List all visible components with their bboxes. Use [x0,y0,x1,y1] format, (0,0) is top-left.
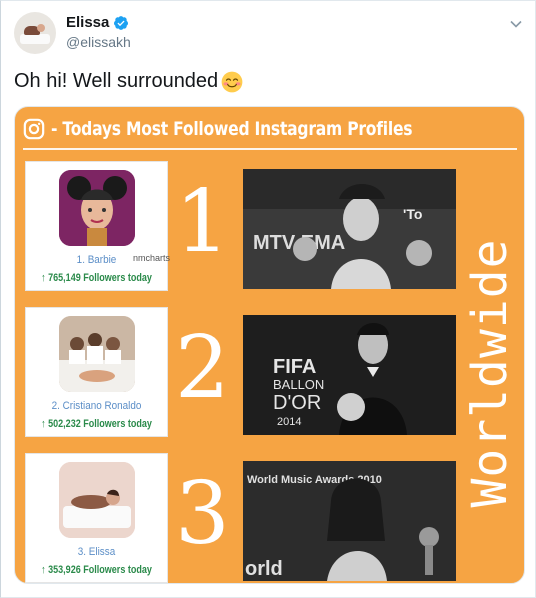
worldwide-label: Worldwide [462,238,518,508]
up-arrow-icon: ↑ [41,418,49,430]
banner-divider [23,148,517,150]
tweet-text-content: Oh hi! Well surrounded [14,70,219,92]
photo-3-orld: orld [245,558,283,580]
up-arrow-icon: ↑ [41,564,49,576]
rank-number-2: 2 [175,318,230,418]
photo-2-dor: D'OR [273,392,321,414]
followers-today-3: ↑ 353,926 Followers today [39,564,155,576]
rank-label-2: 2. Cristiano Ronaldo [51,400,142,412]
photo-2-year: 2014 [277,416,301,428]
photo-2-fifa: FIFA [273,356,316,378]
verified-badge-icon [114,15,129,30]
name-row: Elissa [66,14,129,31]
worldwide-label-container: Worldwide [462,167,518,579]
tweet-media-image[interactable]: - Todays Most Followed Instagram Profile… [14,106,525,584]
profile-art-3 [59,462,135,538]
profile-art-2 [59,316,135,392]
avatar[interactable] [14,12,56,54]
rank-label-3: 3. Elissa [77,546,116,558]
photo-rank-3: World Music Awards 2010 orld [243,461,456,581]
avatar-bed-shape [20,34,50,44]
rank-number-3: 3 [175,464,230,564]
avatar-head-shape [37,24,45,32]
profile-card-3: 3. Elissa ↑ 353,926 Followers today [25,453,168,583]
photo-art-3: World Music Awards 2010 orld [243,461,456,581]
media-banner: - Todays Most Followed Instagram Profile… [15,107,524,151]
user-handle[interactable]: @elissakh [66,34,131,50]
followers-today-1: ↑ 765,149 Followers today [39,272,155,284]
tweet-header: Elissa @elissakh [14,10,524,56]
display-name[interactable]: Elissa [66,14,109,31]
watermark: nmcharts [133,253,171,263]
smiling-face-emoji-icon [221,71,243,92]
profile-card-1: 1. Barbie ↑ 765,149 Followers today [25,161,168,291]
photo-2-ballon: BALLON [273,377,324,392]
photo-rank-1: MTV EMA 'To [243,169,456,289]
chevron-down-icon[interactable] [508,16,524,32]
profile-art-1 [59,170,135,246]
profile-picture-1 [59,170,135,246]
photo-rank-2: FIFA BALLON D'OR 2014 [243,315,456,435]
profile-card-2: 2. Cristiano Ronaldo ↑ 502,232 Followers… [25,307,168,437]
instagram-icon [23,118,45,140]
photo-art-2: FIFA BALLON D'OR 2014 [243,315,456,435]
profile-picture-3 [59,462,135,538]
media-banner-title: - Todays Most Followed Instagram Profile… [51,118,413,140]
rank-number-1: 1 [175,172,230,272]
followers-today-value-2: 502,232 Followers today [48,418,152,430]
tweet-text: Oh hi! Well surrounded [14,70,243,93]
profile-picture-2 [59,316,135,392]
photo-1-to-text: 'To [403,206,422,222]
up-arrow-icon: ↑ [41,272,49,284]
followers-today-value-3: 353,926 Followers today [48,564,152,576]
followers-today-value-1: 765,149 Followers today [48,272,152,284]
photo-art-1: MTV EMA 'To [243,169,456,289]
followers-today-2: ↑ 502,232 Followers today [39,418,155,430]
